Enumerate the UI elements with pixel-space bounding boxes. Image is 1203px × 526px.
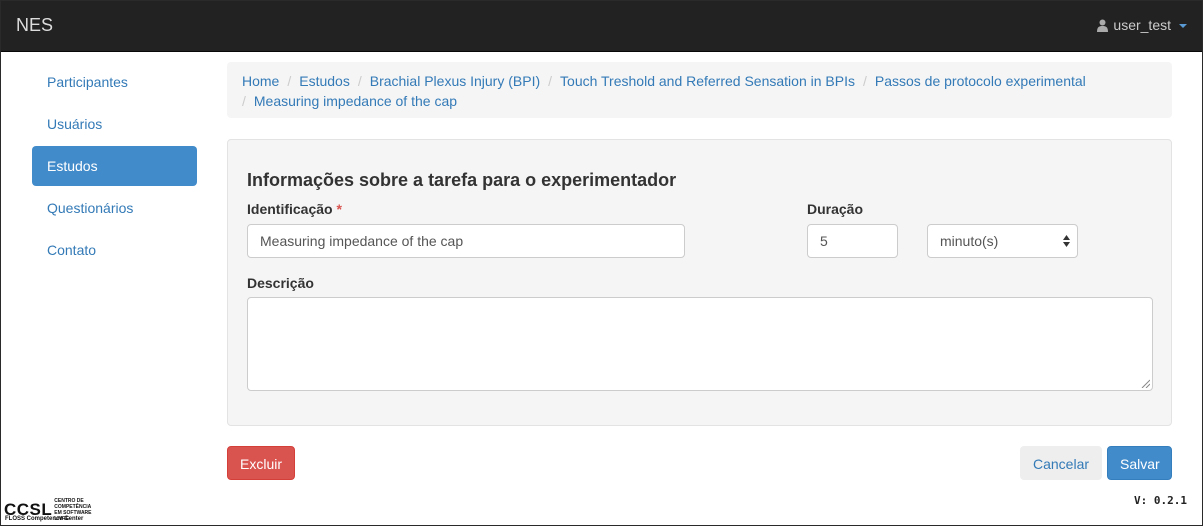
breadcrumb-current[interactable]: Measuring impedance of the cap — [254, 93, 457, 109]
top-navbar: NES user_test — [0, 0, 1203, 52]
breadcrumb-separator: / — [242, 93, 246, 109]
duracao-label: Duração — [807, 201, 864, 217]
sidebar-item-questionarios[interactable]: Questionários — [32, 188, 197, 228]
breadcrumb-separator: / — [548, 73, 553, 89]
breadcrumb-separator: / — [357, 73, 362, 89]
user-menu[interactable]: user_test — [1097, 17, 1187, 33]
breadcrumb-protocol-steps[interactable]: Passos de protocolo experimental — [875, 73, 1086, 89]
sidebar-item-contato[interactable]: Contato — [32, 230, 197, 270]
duracao-unit-value: minuto(s) — [940, 233, 999, 249]
breadcrumb-separator: / — [287, 73, 292, 89]
breadcrumb: Home / Estudos / Brachial Plexus Injury (BPI… — [227, 62, 1172, 118]
sidebar-item-estudos[interactable]: Estudos — [32, 146, 197, 186]
descricao-textarea[interactable] — [247, 297, 1153, 391]
breadcrumb-home[interactable]: Home — [242, 73, 279, 89]
panel-title: Informações sobre a tarefa para o experi… — [247, 170, 677, 190]
breadcrumb-study[interactable]: Brachial Plexus Injury (BPI) — [370, 73, 540, 89]
sidebar-item-participantes[interactable]: Participantes — [32, 62, 197, 102]
resize-grip-icon[interactable] — [1141, 379, 1150, 388]
breadcrumb-experiment[interactable]: Touch Treshold and Referred Sensation in… — [560, 73, 855, 89]
sidebar: Participantes Usuários Estudos Questioná… — [32, 62, 197, 272]
task-info-panel: Informações sobre a tarefa para o experi… — [227, 139, 1172, 426]
caret-down-icon — [1179, 24, 1187, 28]
logo-tagline: FLOSS Competence Center — [5, 516, 84, 522]
user-icon — [1097, 19, 1109, 32]
version-label: V: 0.2.1 — [1134, 494, 1187, 507]
duracao-unit-select[interactable]: minuto(s) — [927, 224, 1078, 258]
sidebar-item-usuarios[interactable]: Usuários — [32, 104, 197, 144]
breadcrumb-estudos[interactable]: Estudos — [299, 73, 350, 89]
cancel-button[interactable]: Cancelar — [1020, 446, 1102, 480]
identificacao-label: Identificação * — [247, 201, 342, 217]
breadcrumb-separator: / — [862, 73, 867, 89]
user-name: user_test — [1113, 17, 1171, 33]
save-button[interactable]: Salvar — [1107, 446, 1172, 480]
descricao-label: Descrição — [247, 275, 314, 291]
ccsl-logo: CCSL CENTRO DE COMPETÊNCIA EM SOFTWARE L… — [4, 498, 94, 522]
duracao-input[interactable]: 5 — [807, 224, 898, 258]
brand-logo-text[interactable]: NES — [16, 15, 53, 36]
select-arrows-icon — [1063, 235, 1070, 247]
delete-button[interactable]: Excluir — [227, 446, 295, 480]
identificacao-input[interactable]: Measuring impedance of the cap — [247, 224, 685, 258]
required-mark: * — [336, 201, 342, 217]
